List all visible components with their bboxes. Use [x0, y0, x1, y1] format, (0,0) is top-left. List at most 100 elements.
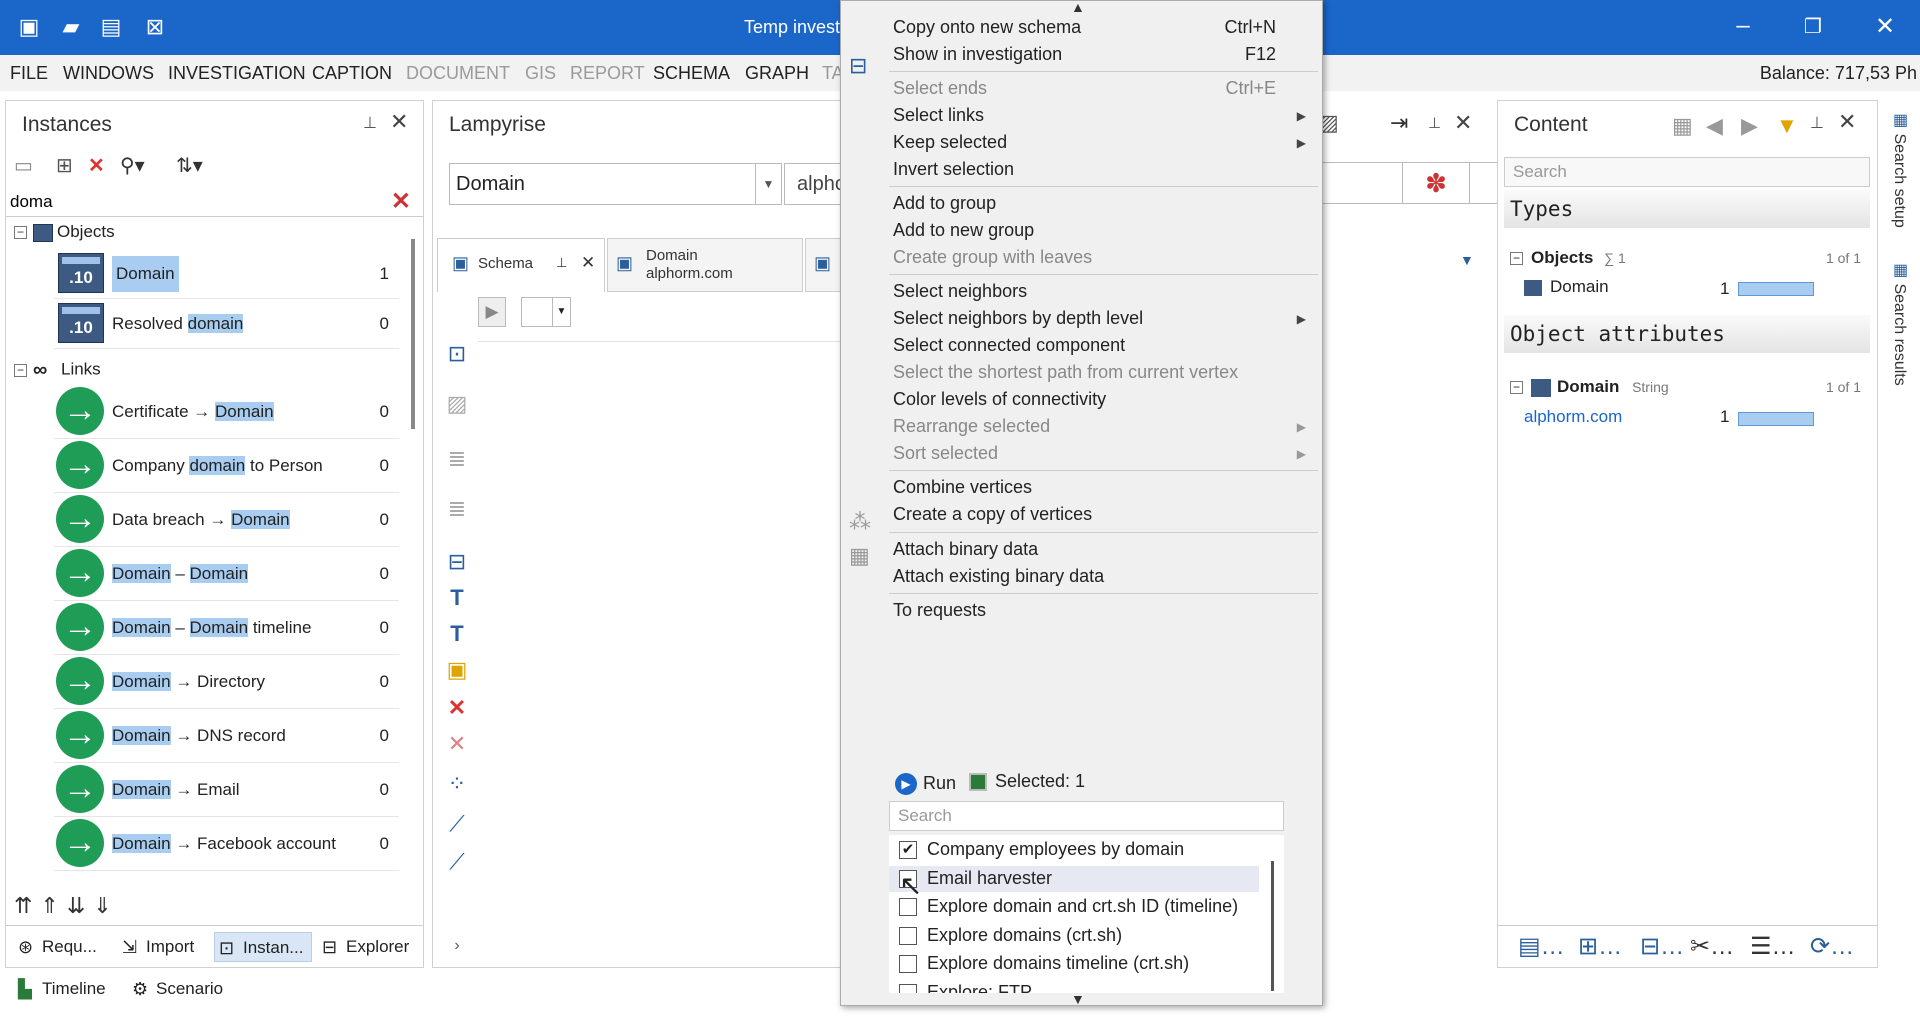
- briefcase-icon[interactable]: ⊟: [443, 549, 471, 577]
- attr-value[interactable]: alphorm.com: [1524, 407, 1622, 426]
- tree-group-objects[interactable]: − Objects: [14, 222, 115, 248]
- requests-scrollbar[interactable]: [1271, 861, 1274, 991]
- entity-type-select[interactable]: Domain ▼: [449, 163, 782, 205]
- text-tool-icon[interactable]: T: [443, 585, 471, 613]
- new-investigation-icon[interactable]: ▣: [16, 14, 42, 40]
- menu-item-select-the-shortest-path-from-current-vertex[interactable]: Select the shortest path from current ve…: [893, 362, 1238, 383]
- export-icon[interactable]: ⇥: [1390, 110, 1408, 136]
- collapse-icon[interactable]: −: [1510, 381, 1523, 395]
- link-row[interactable]: → Domain → Email 0: [54, 763, 399, 817]
- open-folder-icon[interactable]: ▰: [58, 14, 84, 40]
- restore-icon[interactable]: ❐: [1798, 14, 1828, 39]
- clear-search-icon[interactable]: ✕: [391, 187, 411, 216]
- menu-item-select-neighbors-by-depth-level[interactable]: Select neighbors by depth level: [893, 308, 1143, 329]
- list-tool-icon[interactable]: ≣: [443, 446, 471, 474]
- requests-search-input[interactable]: Search: [889, 801, 1284, 831]
- tab-domain-alphorm[interactable]: ▣ Domain alphorm.com: [607, 238, 803, 292]
- request-checkbox[interactable]: ✔: [899, 841, 917, 859]
- type-row-domain[interactable]: Domain 1: [1524, 277, 1865, 303]
- table-view-icon[interactable]: ▤…: [1518, 932, 1565, 961]
- request-item[interactable]: Email harvester: [889, 865, 1259, 892]
- link-row[interactable]: → Domain – Domain timeline 0: [54, 601, 399, 655]
- delete-icon[interactable]: ✕: [88, 153, 105, 178]
- link-row[interactable]: → Domain → Facebook account 0: [54, 817, 399, 871]
- pin-icon[interactable]: ⊥: [556, 255, 567, 271]
- request-item[interactable]: Explore domain and crt.sh ID (timeline): [889, 894, 1259, 920]
- chevron-down-icon[interactable]: ▼: [552, 298, 570, 326]
- types-objects-group[interactable]: − Objects ∑ 1 1 of 1: [1510, 248, 1865, 274]
- menu-gis[interactable]: GIS: [525, 63, 556, 84]
- save-icon[interactable]: ▤: [98, 14, 124, 40]
- close-panel-icon[interactable]: ✕: [1454, 110, 1472, 136]
- link-row[interactable]: → Certificate → Domain 0: [54, 385, 399, 439]
- tabs-dropdown-icon[interactable]: ▼: [1460, 252, 1474, 268]
- menu-item-invert-selection[interactable]: Invert selection: [893, 159, 1014, 180]
- tab-search-results[interactable]: ▦ Search results: [1890, 260, 1909, 386]
- tab-search-setup[interactable]: ▦ Search setup: [1890, 110, 1909, 228]
- tab-explorer[interactable]: ⊟ Explorer: [318, 932, 418, 962]
- request-item[interactable]: Explore domains timeline (crt.sh): [889, 951, 1259, 977]
- forward-icon[interactable]: ▶: [1741, 113, 1758, 139]
- collapse-icon[interactable]: −: [1510, 252, 1523, 266]
- text-tool2-icon[interactable]: T: [443, 621, 471, 649]
- menu-item-create-group-with-leaves[interactable]: Create group with leaves: [893, 247, 1092, 268]
- request-checkbox[interactable]: [899, 926, 917, 945]
- tab-schema[interactable]: ▣ Schema ⊥ ✕: [437, 238, 605, 292]
- menu-graph[interactable]: GRAPH: [745, 63, 809, 84]
- request-checkbox[interactable]: [899, 955, 917, 973]
- menu-item-attach-existing-binary-data[interactable]: Attach existing binary data: [893, 566, 1104, 587]
- chevron-right-icon[interactable]: ›: [443, 937, 471, 965]
- menu-schema[interactable]: SCHEMA: [653, 63, 730, 84]
- color-picker[interactable]: ▼: [521, 297, 571, 327]
- frame-tool-icon[interactable]: ▣: [443, 657, 471, 685]
- close-tab-icon[interactable]: ✕: [581, 253, 595, 273]
- back-icon[interactable]: ◀: [1706, 113, 1723, 139]
- tools-icon[interactable]: ✂…: [1690, 932, 1734, 961]
- menu-item-color-levels-of-connectivity[interactable]: Color levels of connectivity: [893, 389, 1106, 410]
- attr-group-domain[interactable]: − Domain String 1 of 1: [1510, 377, 1865, 403]
- request-item[interactable]: Explore domains (crt.sh): [889, 923, 1259, 949]
- grid-icon[interactable]: ▦: [1672, 113, 1693, 139]
- delete-all-icon[interactable]: ✕: [443, 731, 471, 759]
- tab-requests[interactable]: ⊛ Requ...: [14, 932, 109, 962]
- hierarchy-icon[interactable]: ⊞…: [1578, 932, 1622, 961]
- link-row[interactable]: → Domain → DNS record 0: [54, 709, 399, 763]
- menu-item-select-neighbors[interactable]: Select neighbors: [893, 281, 1027, 302]
- menu-item-select-links[interactable]: Select links: [893, 105, 984, 126]
- chevron-down-icon[interactable]: ▼: [755, 164, 781, 204]
- tab-timeline[interactable]: ▙ Timeline: [14, 974, 106, 1004]
- menu-item-create-a-copy-of-vertices[interactable]: Create a copy of vertices: [893, 504, 1092, 525]
- menu-report[interactable]: REPORT: [570, 63, 645, 84]
- request-checkbox[interactable]: [899, 983, 917, 993]
- expand-collapse-tools[interactable]: ⇈⇑⇊⇓: [14, 893, 120, 919]
- scrollbar[interactable]: [411, 239, 415, 429]
- menu-item-keep-selected[interactable]: Keep selected: [893, 132, 1007, 153]
- menu-file[interactable]: FILE: [10, 63, 48, 84]
- tab-instances[interactable]: ⊡ Instan...: [214, 932, 312, 962]
- menu-item-add-to-group[interactable]: Add to group: [893, 193, 996, 214]
- menu-item-sort-selected[interactable]: Sort selected: [893, 443, 998, 464]
- list-tool2-icon[interactable]: ≣: [443, 496, 471, 524]
- menu-item-select-ends[interactable]: Select ends: [893, 78, 987, 99]
- link-tool2-icon[interactable]: ⟋: [443, 849, 471, 877]
- tab-more[interactable]: ▣: [805, 238, 845, 292]
- sort-icon[interactable]: ⇅▾: [176, 153, 203, 178]
- add-icon[interactable]: ▭: [14, 153, 33, 178]
- collapse-icon[interactable]: −: [14, 363, 27, 377]
- map-tool-icon[interactable]: ▨: [443, 391, 471, 419]
- collapse-icon[interactable]: −: [14, 226, 27, 240]
- scroll-up-icon[interactable]: ▲: [1071, 0, 1085, 15]
- pin-icon[interactable]: ⊥: [363, 113, 377, 133]
- database-icon[interactable]: ⊟…: [1640, 932, 1684, 961]
- tab-import[interactable]: ⇲ Import: [118, 932, 208, 962]
- menu-item-add-to-new-group[interactable]: Add to new group: [893, 220, 1034, 241]
- find-icon[interactable]: ⚲▾: [120, 153, 145, 178]
- content-search-input[interactable]: Search: [1504, 157, 1870, 187]
- scroll-down-icon[interactable]: ▼: [1071, 991, 1085, 1007]
- menu-item-rearrange-selected[interactable]: Rearrange selected: [893, 416, 1050, 437]
- pin-icon[interactable]: ⊥: [1428, 114, 1441, 132]
- pin-icon[interactable]: ⊥: [1810, 113, 1824, 133]
- menu-item-attach-binary-data[interactable]: Attach binary data: [893, 539, 1038, 560]
- minimize-icon[interactable]: –: [1728, 12, 1758, 40]
- link-row[interactable]: → Company domain to Person 0: [54, 439, 399, 493]
